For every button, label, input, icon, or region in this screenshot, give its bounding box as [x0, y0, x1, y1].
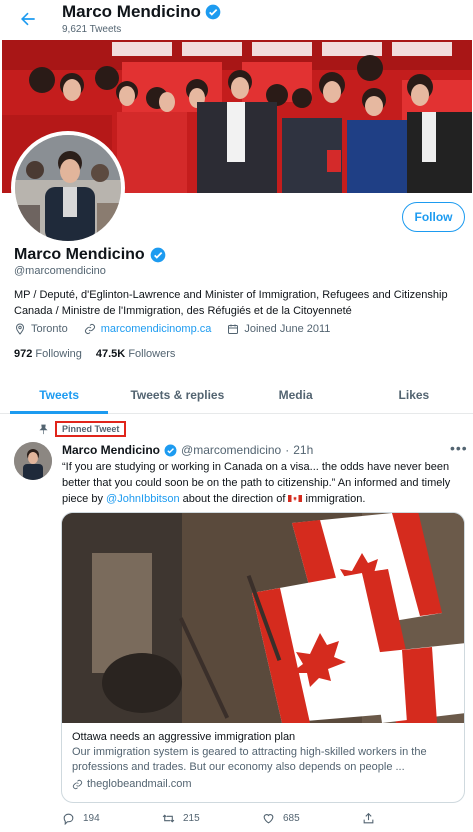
verified-badge-icon	[164, 444, 177, 456]
link-preview-image	[62, 513, 464, 723]
retweet-action[interactable]: 215	[162, 812, 262, 825]
link-icon	[72, 779, 83, 789]
joined: Joined June 2011	[227, 323, 330, 335]
followers-count: 47.5K	[95, 348, 126, 360]
followers-label: Followers	[128, 348, 176, 360]
calendar-icon	[228, 324, 239, 334]
link-preview-description: Our immigration system is geared to attr…	[72, 746, 427, 773]
link-preview-card[interactable]: Ottawa needs an aggressive immigration p…	[61, 512, 465, 803]
like-action[interactable]: 685	[262, 812, 362, 825]
tab-likes[interactable]: Likes	[355, 376, 473, 413]
tweet-dot-separator: ·	[285, 443, 290, 457]
link-preview-domain: theglobeandmail.com	[72, 778, 454, 790]
pinned-indicator: Pinned Tweet	[38, 421, 127, 437]
tweet-author-avatar[interactable]	[14, 442, 52, 480]
profile-stats: 972 Following 47.5K Followers	[14, 348, 175, 360]
reply-icon	[63, 813, 74, 825]
following-count: 972	[14, 348, 33, 360]
profile-tabs: Tweets Tweets & replies Media Likes	[0, 376, 473, 414]
tweet-text-part-3: immigration.	[302, 493, 366, 505]
profile-avatar[interactable]	[11, 131, 125, 245]
location-text: Toronto	[31, 323, 68, 335]
pin-icon	[39, 424, 48, 434]
profile-handle: @marcomendicino	[14, 265, 106, 277]
share-icon	[363, 812, 374, 824]
profile-name-text: Marco Mendicino	[14, 246, 145, 263]
back-arrow-icon[interactable]	[18, 9, 38, 29]
profile-name: Marco Mendicino	[14, 246, 166, 264]
reply-action[interactable]: 194	[62, 812, 162, 825]
retweet-count: 215	[183, 813, 200, 824]
joined-text: Joined June 2011	[244, 323, 331, 335]
reply-count: 194	[83, 813, 100, 824]
tweet-header: Marco Mendicino @marcomendicino · 21h	[62, 443, 313, 457]
link-icon	[84, 324, 95, 334]
retweet-icon	[162, 814, 175, 823]
tweet-mention[interactable]: @JohnIbbitson	[106, 493, 180, 505]
share-action[interactable]	[362, 812, 462, 825]
follow-button[interactable]: Follow	[402, 202, 465, 232]
heart-icon	[263, 814, 274, 824]
like-count: 685	[283, 813, 300, 824]
tweet-count: 9,621 Tweets	[62, 24, 122, 35]
location-pin-icon	[15, 323, 25, 335]
profile-meta: Toronto marcomendicinomp.ca Joined June …	[14, 323, 346, 335]
website-link[interactable]: marcomendicinomp.ca	[101, 323, 212, 335]
verified-badge-icon	[150, 247, 166, 263]
tab-media[interactable]: Media	[237, 376, 355, 413]
followers-stat[interactable]: 47.5K Followers	[96, 348, 176, 360]
pinned-tweet-label: Pinned Tweet	[55, 421, 127, 437]
tab-tweets-and-replies[interactable]: Tweets & replies	[118, 376, 236, 413]
following-label: Following	[35, 348, 82, 360]
website[interactable]: marcomendicinomp.ca	[84, 323, 212, 335]
top-bar: Marco Mendicino 9,621 Tweets	[0, 0, 473, 40]
tweet-text-part-2: about the direction of	[179, 493, 289, 505]
location: Toronto	[14, 323, 68, 335]
tweet-author-handle[interactable]: @marcomendicino	[181, 443, 281, 457]
link-preview-body: Ottawa needs an aggressive immigration p…	[62, 723, 464, 798]
more-options-icon[interactable]: •••	[450, 440, 468, 456]
canada-flag-icon	[288, 495, 303, 502]
tweet-actions: 194 215 685	[62, 812, 462, 825]
following-stat[interactable]: 972 Following	[14, 348, 82, 360]
link-preview-domain-text: theglobeandmail.com	[87, 778, 192, 790]
tab-tweets[interactable]: Tweets	[0, 376, 118, 414]
header-name: Marco Mendicino	[62, 2, 221, 22]
tweet-timestamp[interactable]: 21h	[293, 443, 313, 457]
profile-bio: MP / Deputé, d'Eglinton-Lawrence and Min…	[14, 289, 448, 317]
tweet-author-name[interactable]: Marco Mendicino	[62, 443, 160, 457]
tweet-text: “If you are studying or working in Canad…	[62, 459, 462, 507]
link-preview-title: Ottawa needs an aggressive immigration p…	[72, 731, 296, 743]
verified-badge-icon	[205, 4, 221, 20]
header-name-text: Marco Mendicino	[62, 2, 201, 21]
